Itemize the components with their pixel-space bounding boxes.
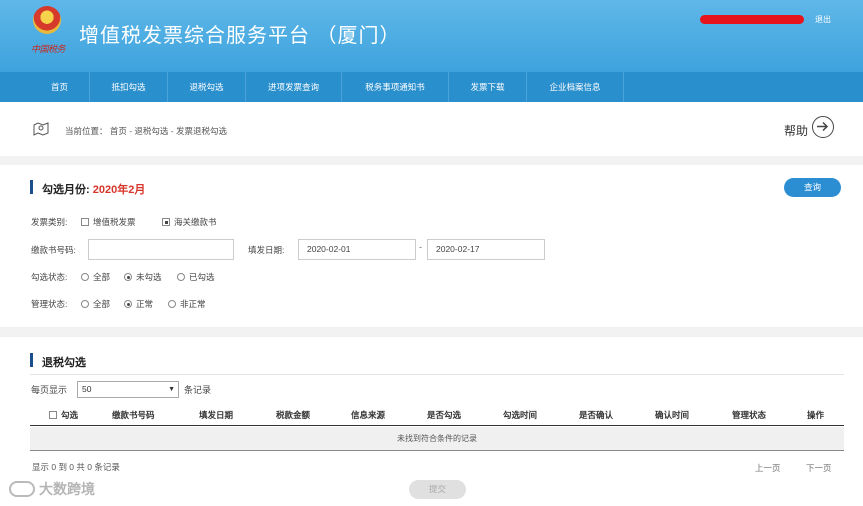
tax-emblem-icon <box>33 6 61 34</box>
select-status-label: 勾选状态: <box>31 272 68 282</box>
per-page-select[interactable]: 50 ▼ <box>77 381 179 398</box>
month-section-title: 勾选月份: 2020年2月 <box>42 181 145 197</box>
payment-no-label: 缴款书号码: <box>31 245 76 255</box>
month-value: 2020年2月 <box>92 184 146 196</box>
breadcrumb: 当前位置： 首页 - 退税勾选 - 发票退税勾选 <box>65 126 227 136</box>
per-page-suffix: 条记录 <box>184 385 212 395</box>
checkbox-icon <box>49 411 57 419</box>
column-header: 勾选时间 <box>503 410 538 420</box>
option-label: 正常 <box>136 299 154 309</box>
column-header: 勾选 <box>61 410 79 420</box>
fill-date-label: 填发日期: <box>248 245 285 255</box>
option-label: 已勾选 <box>189 272 215 282</box>
nav-item-company-profile[interactable]: 企业档案信息 <box>527 72 624 102</box>
column-header: 填发日期 <box>199 410 234 420</box>
column-header: 信息来源 <box>351 410 386 420</box>
option-label: 未勾选 <box>136 272 162 282</box>
date-separator: - <box>419 242 422 252</box>
radio-icon <box>81 300 89 308</box>
list-title: 退税勾选 <box>42 357 86 369</box>
invoice-type-customs-checkbox[interactable]: 海关缴款书 <box>162 216 217 228</box>
column-header: 操作 <box>807 410 825 420</box>
nav-item-refund[interactable]: 退税勾选 <box>168 72 246 102</box>
nav-item-tax-notice[interactable]: 税务事项通知书 <box>342 72 449 102</box>
month-label: 勾选月份: <box>42 184 90 196</box>
radio-icon <box>168 300 176 308</box>
help-link[interactable]: 帮助 <box>784 122 808 139</box>
column-header: 确认时间 <box>655 410 690 420</box>
checkbox-checked-icon <box>162 218 170 226</box>
radio-checked-icon <box>124 300 132 308</box>
per-page-value: 50 <box>82 384 92 394</box>
section-marker <box>30 353 33 367</box>
nav-item-home[interactable]: 首页 <box>30 72 90 102</box>
manage-status-normal-radio[interactable]: 正常 <box>124 298 153 310</box>
breadcrumb-panel: 当前位置： 首页 - 退税勾选 - 发票退税勾选 帮助 <box>0 102 863 156</box>
table-header: 勾选 缴款书号码 填发日期 税款金额 信息来源 是否勾选 勾选时间 是否确认 确… <box>30 404 844 426</box>
radio-icon <box>81 273 89 281</box>
nav-item-invoice-download[interactable]: 发票下载 <box>449 72 527 102</box>
submit-button[interactable]: 提交 <box>409 480 466 499</box>
record-summary: 显示 0 到 0 共 0 条记录 <box>32 462 120 472</box>
option-label: 海关缴款书 <box>174 217 217 227</box>
prev-page-button[interactable]: 上一页 <box>755 462 781 474</box>
main-nav: 首页 抵扣勾选 退税勾选 进项发票查询 税务事项通知书 发票下载 企业档案信息 <box>0 72 863 102</box>
watermark-logo-icon <box>9 481 35 497</box>
payment-no-input[interactable] <box>88 239 234 260</box>
column-header: 是否确认 <box>579 410 614 420</box>
section-marker <box>30 180 33 194</box>
column-header: 税款金额 <box>276 410 311 420</box>
manage-status-label: 管理状态: <box>31 299 68 309</box>
app-header: 中国税务 增值税发票综合服务平台 （厦门） 退出 <box>0 0 863 72</box>
nav-item-deduction[interactable]: 抵扣勾选 <box>90 72 168 102</box>
divider <box>30 374 844 375</box>
invoice-type-vat-checkbox[interactable]: 增值税发票 <box>81 216 136 228</box>
per-page-prefix: 每页显示 <box>31 385 68 395</box>
caret-down-icon: ▼ <box>168 386 175 393</box>
option-label: 全部 <box>93 272 111 282</box>
date-to-input[interactable]: 2020-02-17 <box>427 239 545 260</box>
select-status-selected-radio[interactable]: 已勾选 <box>177 271 215 283</box>
invoice-type-label: 发票类别: <box>31 217 68 227</box>
site-title: 增值税发票综合服务平台 （厦门） <box>79 25 401 47</box>
watermark: 大数跨境 <box>9 479 95 499</box>
next-page-button[interactable]: 下一页 <box>806 462 832 474</box>
watermark-text: 大数跨境 <box>39 481 95 497</box>
option-label: 增值税发票 <box>93 217 136 227</box>
map-icon <box>33 122 49 136</box>
arrow-right-circle-icon[interactable] <box>812 116 834 138</box>
option-label: 非正常 <box>180 299 206 309</box>
manage-status-abnormal-radio[interactable]: 非正常 <box>168 298 206 310</box>
manage-status-all-radio[interactable]: 全部 <box>81 298 110 310</box>
empty-table-row: 未找到符合条件的记录 <box>30 427 844 451</box>
column-header: 管理状态 <box>732 410 767 420</box>
emblem-text: 中国税务 <box>31 45 66 55</box>
radio-checked-icon <box>124 273 132 281</box>
date-from-input[interactable]: 2020-02-01 <box>298 239 416 260</box>
query-button[interactable]: 查询 <box>784 178 841 197</box>
radio-icon <box>177 273 185 281</box>
column-header: 是否勾选 <box>427 410 462 420</box>
option-label: 全部 <box>93 299 111 309</box>
user-name-redacted <box>700 15 804 24</box>
nav-item-input-invoice-query[interactable]: 进项发票查询 <box>246 72 342 102</box>
select-all-checkbox[interactable]: 勾选 <box>49 409 78 421</box>
logout-link[interactable]: 退出 <box>815 14 831 25</box>
select-status-unselected-radio[interactable]: 未勾选 <box>124 271 162 283</box>
select-status-all-radio[interactable]: 全部 <box>81 271 110 283</box>
checkbox-icon <box>81 218 89 226</box>
column-header: 缴款书号码 <box>112 410 155 420</box>
